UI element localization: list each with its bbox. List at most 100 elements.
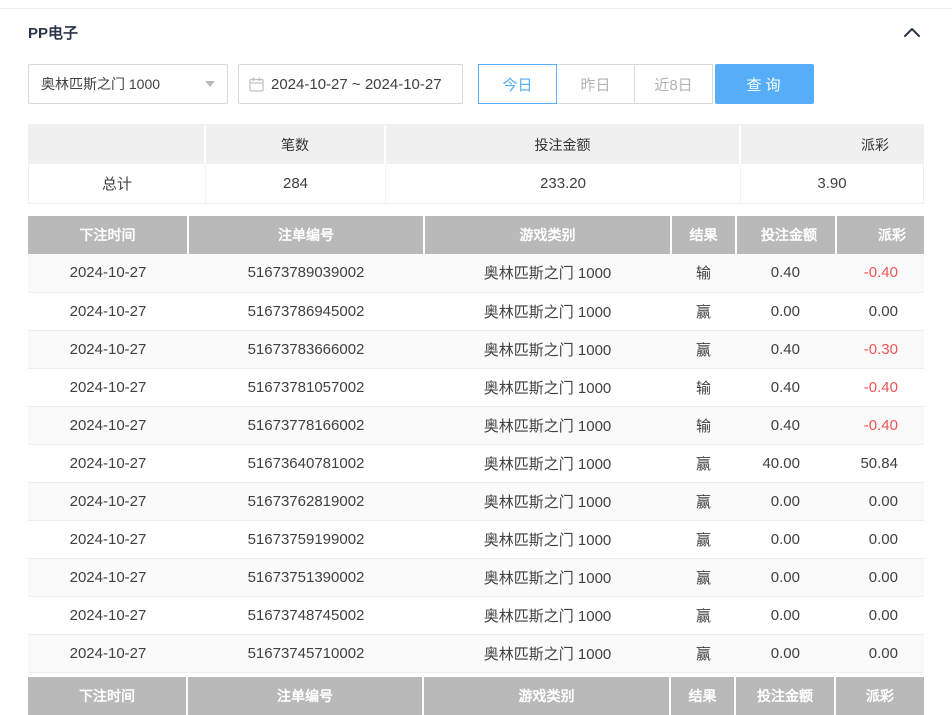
cell-payout: -0.40 [836, 254, 924, 293]
panel-header: PP电子 [28, 9, 924, 55]
cell-bet-time: 2024-10-27 [28, 558, 188, 597]
cell-payout: -0.30 [836, 330, 924, 369]
next-col-payout: 派彩 [836, 676, 924, 715]
table-row: 2024-10-27 51673751390002 奥林匹斯之门 1000 赢 … [28, 558, 924, 597]
cell-result: 赢 [671, 330, 736, 369]
cell-bet-amount: 0.00 [736, 482, 836, 521]
cell-bet-id: 51673759199002 [188, 520, 424, 559]
cell-bet-time: 2024-10-27 [28, 292, 188, 331]
date-range-picker[interactable]: 2024-10-27 ~ 2024-10-27 [238, 64, 463, 104]
cell-bet-amount: 0.00 [736, 520, 836, 559]
next-col-bet-time: 下注时间 [28, 676, 188, 715]
cell-bet-id: 51673762819002 [188, 482, 424, 521]
cell-bet-id: 51673748745002 [188, 596, 424, 635]
cell-bet-time: 2024-10-27 [28, 482, 188, 521]
records-header-row: 下注时间 注单编号 游戏类别 结果 投注金额 派彩 [28, 216, 924, 254]
next-col-bet-id: 注单编号 [188, 676, 424, 715]
cell-bet-time: 2024-10-27 [28, 330, 188, 369]
game-select-value: 奥林匹斯之门 1000 [41, 76, 161, 92]
date-range-value: 2024-10-27 ~ 2024-10-27 [271, 75, 442, 93]
summary-header-payout: 派彩 [741, 125, 923, 164]
cell-bet-time: 2024-10-27 [28, 444, 188, 483]
cell-bet-time: 2024-10-27 [28, 596, 188, 635]
cell-result: 输 [671, 368, 736, 407]
table-row: 2024-10-27 51673759199002 奥林匹斯之门 1000 赢 … [28, 520, 924, 559]
col-result: 结果 [671, 216, 737, 254]
cell-game-type: 奥林匹斯之门 1000 [424, 596, 671, 635]
calendar-icon [249, 77, 264, 92]
today-button[interactable]: 今日 [478, 64, 557, 104]
cell-game-type: 奥林匹斯之门 1000 [424, 558, 671, 597]
table-row: 2024-10-27 51673640781002 奥林匹斯之门 1000 赢 … [28, 444, 924, 483]
cell-payout: 0.00 [836, 596, 924, 635]
cell-bet-time: 2024-10-27 [28, 254, 188, 293]
cell-payout: 50.84 [836, 444, 924, 483]
filter-bar: 奥林匹斯之门 1000 2024-10-27 ~ 2024-10-27 今日 昨… [28, 64, 924, 104]
cell-game-type: 奥林匹斯之门 1000 [424, 368, 671, 407]
next-table-header: 下注时间 注单编号 游戏类别 结果 投注金额 派彩 [28, 676, 924, 715]
col-game-type: 游戏类别 [424, 216, 672, 254]
summary-count-value: 284 [206, 164, 386, 203]
cell-game-type: 奥林匹斯之门 1000 [424, 444, 671, 483]
caret-down-icon [205, 81, 215, 87]
table-row: 2024-10-27 51673789039002 奥林匹斯之门 1000 输 … [28, 254, 924, 293]
next-col-game-type: 游戏类别 [424, 676, 671, 715]
cell-payout: -0.40 [836, 368, 924, 407]
col-bet-id: 注单编号 [188, 216, 425, 254]
collapse-button[interactable] [900, 23, 924, 41]
query-button[interactable]: 查询 [715, 64, 814, 104]
cell-bet-id: 51673789039002 [188, 254, 424, 293]
summary-table: 笔数 投注金额 派彩 总计 284 233.20 3.90 [28, 124, 924, 204]
cell-bet-id: 51673640781002 [188, 444, 424, 483]
summary-header-bet-amount: 投注金额 [386, 125, 741, 164]
table-row: 2024-10-27 51673745710002 奥林匹斯之门 1000 赢 … [28, 634, 924, 673]
cell-result: 赢 [671, 596, 736, 635]
cell-bet-id: 51673786945002 [188, 292, 424, 331]
cell-payout: -0.40 [836, 406, 924, 445]
summary-bet-amount-value: 233.20 [386, 164, 741, 203]
summary-payout-value: 3.90 [817, 175, 847, 192]
cell-bet-time: 2024-10-27 [28, 634, 188, 673]
cell-result: 赢 [671, 482, 736, 521]
cell-bet-amount: 0.00 [736, 596, 836, 635]
cell-result: 赢 [671, 292, 736, 331]
cell-result: 赢 [671, 520, 736, 559]
cell-bet-amount: 0.00 [736, 292, 836, 331]
table-row: 2024-10-27 51673781057002 奥林匹斯之门 1000 输 … [28, 368, 924, 407]
cell-game-type: 奥林匹斯之门 1000 [424, 406, 671, 445]
pp-dianzi-panel: PP电子 奥林匹斯之门 1000 2024-10-27 ~ 2024-10-27… [0, 9, 952, 715]
summary-header-count: 笔数 [206, 125, 386, 164]
bet-records-table: 下注时间 注单编号 游戏类别 结果 投注金额 派彩 2024-10-27 516… [28, 216, 924, 673]
game-select[interactable]: 奥林匹斯之门 1000 [28, 64, 228, 104]
cell-bet-amount: 0.00 [736, 558, 836, 597]
next-col-bet-amount: 投注金额 [736, 676, 836, 715]
section-title: PP电子 [28, 24, 79, 42]
yesterday-button[interactable]: 昨日 [556, 64, 635, 104]
next-col-result: 结果 [671, 676, 736, 715]
col-bet-time: 下注时间 [28, 216, 189, 254]
cell-bet-id: 51673745710002 [188, 634, 424, 673]
cell-bet-amount: 0.40 [736, 330, 836, 369]
cell-game-type: 奥林匹斯之门 1000 [424, 520, 671, 559]
cell-game-type: 奥林匹斯之门 1000 [424, 254, 671, 293]
cell-bet-id: 51673783666002 [188, 330, 424, 369]
quick-range-group: 今日 昨日 近8日 [478, 64, 713, 104]
summary-total-label: 总计 [29, 164, 206, 203]
summary-total-row: 总计 284 233.20 3.90 [29, 164, 923, 203]
cell-bet-amount: 40.00 [736, 444, 836, 483]
table-row: 2024-10-27 51673762819002 奥林匹斯之门 1000 赢 … [28, 482, 924, 521]
cell-game-type: 奥林匹斯之门 1000 [424, 634, 671, 673]
summary-header-empty [29, 125, 206, 164]
cell-bet-time: 2024-10-27 [28, 368, 188, 407]
cell-result: 赢 [671, 558, 736, 597]
cell-bet-amount: 0.40 [736, 368, 836, 407]
cell-bet-id: 51673781057002 [188, 368, 424, 407]
cell-bet-amount: 0.40 [736, 254, 836, 293]
cell-bet-id: 51673751390002 [188, 558, 424, 597]
cell-payout: 0.00 [836, 482, 924, 521]
last-8-days-button[interactable]: 近8日 [634, 64, 713, 104]
table-row: 2024-10-27 51673786945002 奥林匹斯之门 1000 赢 … [28, 292, 924, 331]
cell-game-type: 奥林匹斯之门 1000 [424, 292, 671, 331]
cell-bet-amount: 0.00 [736, 634, 836, 673]
cell-payout: 0.00 [836, 634, 924, 673]
